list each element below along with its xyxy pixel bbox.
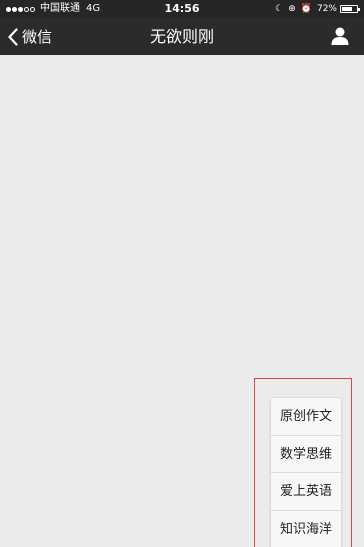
rotation-lock-icon: ⊕ xyxy=(288,4,296,14)
app-screen: 中国联通 4G 14:56 ☾ ⊕ ⏰ 72% 微信 无欲则刚 原创作文 数学思… xyxy=(0,0,364,547)
menu-item-math-thinking[interactable]: 数学思维 xyxy=(271,436,341,473)
status-right: ☾ ⊕ ⏰ 72% xyxy=(270,0,360,18)
back-button[interactable]: 微信 xyxy=(8,18,52,55)
page-title: 无欲则刚 xyxy=(149,27,214,46)
navigation-bar: 微信 无欲则刚 xyxy=(0,18,364,55)
menu-item-original-essay[interactable]: 原创作文 xyxy=(271,398,341,436)
profile-button[interactable] xyxy=(330,26,350,46)
chevron-left-icon xyxy=(8,27,18,46)
status-bar: 中国联通 4G 14:56 ☾ ⊕ ⏰ 72% xyxy=(0,0,364,18)
menu-item-knowledge-ocean[interactable]: 知识海洋 xyxy=(271,511,341,547)
alarm-icon: ⏰ xyxy=(300,4,312,14)
submenu-popup: 原创作文 数学思维 爱上英语 知识海洋 xyxy=(270,397,342,547)
person-icon xyxy=(330,27,350,50)
battery-icon xyxy=(340,5,360,13)
battery-level xyxy=(342,7,353,11)
do-not-disturb-moon-icon: ☾ xyxy=(275,4,284,14)
battery-percentage: 72% xyxy=(316,4,337,14)
menu-item-love-english[interactable]: 爱上英语 xyxy=(271,473,341,511)
back-label: 微信 xyxy=(22,28,53,46)
